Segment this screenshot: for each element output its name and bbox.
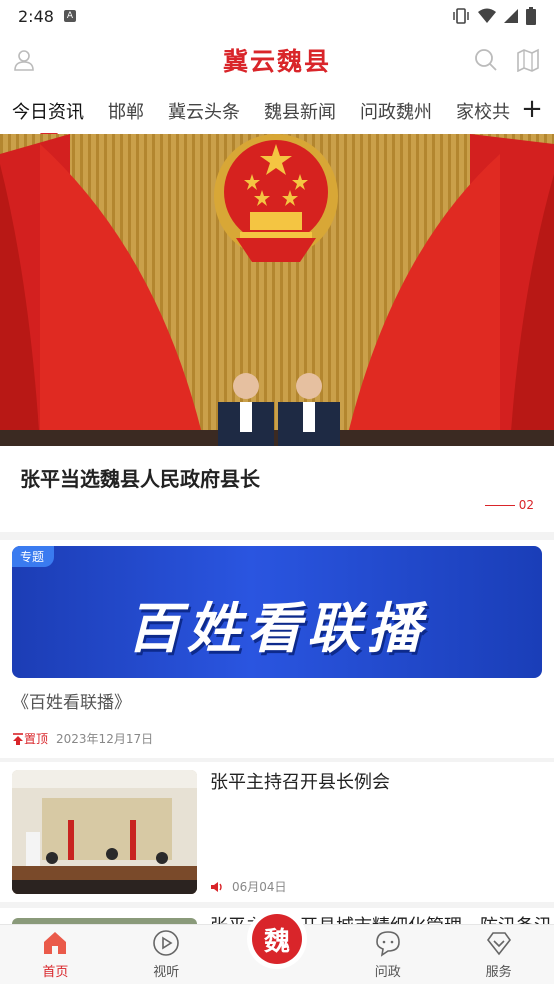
nav-service[interactable]: 服务 xyxy=(443,925,554,984)
news-title[interactable]: 张平主持召开县长例会 xyxy=(210,768,390,794)
chat-bubble-icon xyxy=(375,931,400,957)
meeting-photo xyxy=(12,770,197,894)
notification-a-icon: A xyxy=(63,10,76,22)
tab-today-news[interactable]: 今日资讯 xyxy=(12,98,84,134)
pinned-label: 置顶 xyxy=(12,730,48,747)
add-channel-button[interactable]: + xyxy=(518,96,546,124)
vibrate-icon xyxy=(453,8,469,24)
status-time: 2:48 xyxy=(18,6,54,26)
signal-icon xyxy=(504,9,518,23)
diamond-icon xyxy=(486,932,511,956)
wifi-icon xyxy=(478,8,496,23)
status-icons xyxy=(452,7,536,25)
nav-service-label: 服务 xyxy=(485,965,512,980)
pinned-text: 置顶 xyxy=(24,732,49,746)
carousel-page-indicator: 02 xyxy=(485,498,534,512)
nav-center[interactable]: 魏 xyxy=(222,909,333,984)
topic-banner-text: 百姓看联播 xyxy=(127,597,427,660)
tab-handan[interactable]: 邯郸 xyxy=(108,98,144,124)
hero-carousel-image[interactable] xyxy=(0,134,554,446)
nav-video-label: 视听 xyxy=(153,965,180,980)
hero-caption[interactable]: 张平当选魏县人民政府县长 xyxy=(20,463,260,492)
topic-date: 2023年12月17日 xyxy=(56,732,154,746)
battery-icon xyxy=(526,7,536,25)
nav-home[interactable]: 首页 xyxy=(0,925,111,984)
hero-photo xyxy=(0,134,554,446)
nav-video[interactable]: 视听 xyxy=(111,925,222,984)
hero-caption-box[interactable]: 张平当选魏县人民政府县长 02 xyxy=(0,446,554,532)
nav-wenzheng-label: 问政 xyxy=(374,965,401,980)
tab-home-school[interactable]: 家校共 xyxy=(456,98,510,124)
tab-weixian-news[interactable]: 魏县新闻 xyxy=(264,98,336,124)
list-item[interactable]: 张平主持召开县长例会 06月04日 xyxy=(0,762,554,902)
topic-banner[interactable]: 专题 百姓看联播 xyxy=(12,546,542,678)
channel-tabs: 今日资讯 邯郸 冀云头条 魏县新闻 问政魏州 家校共 + xyxy=(0,88,554,134)
center-logo-button[interactable]: 魏 xyxy=(246,909,307,969)
special-topic-card[interactable]: 专题 百姓看联播 《百姓看联播》 置顶 2023年12月17日 xyxy=(0,540,554,758)
topic-title[interactable]: 《百姓看联播》 xyxy=(12,688,131,713)
bottom-navigation: 首页 视听 魏 问政 服务 xyxy=(0,909,554,984)
app-title: 冀云魏县 xyxy=(222,47,331,76)
nav-home-label: 首页 xyxy=(42,965,69,980)
tab-wenzheng-weizhou[interactable]: 问政魏州 xyxy=(360,98,432,124)
app-header: 冀云魏县 xyxy=(0,32,554,88)
news-thumbnail xyxy=(12,770,197,894)
user-icon[interactable] xyxy=(12,48,36,72)
status-bar: 2:48 A xyxy=(0,0,554,32)
search-icon[interactable] xyxy=(474,48,498,72)
home-icon xyxy=(44,932,67,954)
nav-wenzheng[interactable]: 问政 xyxy=(332,925,443,984)
wei-logo-icon: 魏 xyxy=(251,914,302,964)
map-icon[interactable] xyxy=(516,48,540,72)
topic-tag: 专题 xyxy=(12,546,55,567)
pin-icon xyxy=(13,732,23,745)
tab-jiyun-headlines[interactable]: 冀云头条 xyxy=(168,98,240,124)
news-date: 06月04日 xyxy=(232,880,287,894)
audio-icon xyxy=(211,881,222,892)
topic-meta: 置顶 2023年12月17日 xyxy=(12,730,153,747)
news-meta: 06月04日 xyxy=(210,878,287,895)
play-circle-icon xyxy=(153,930,179,956)
